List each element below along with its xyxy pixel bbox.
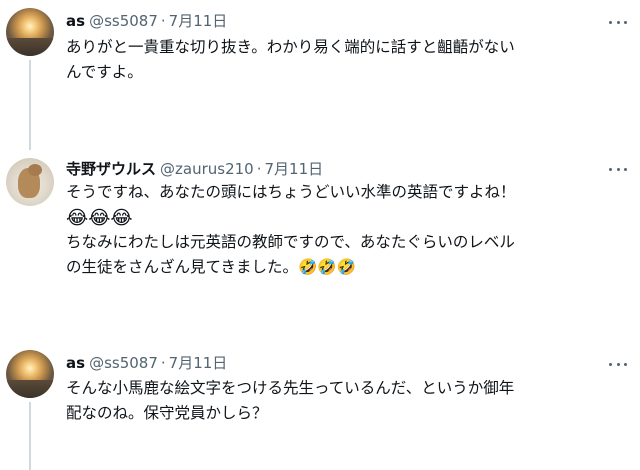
tweet-text-line: の生徒をさんざん見てきました。🤣🤣🤣 [66, 258, 356, 276]
tweet-3[interactable]: as @ss5087 · 7月11日 そんな小馬鹿な絵文字をつける先生っているん… [0, 346, 640, 470]
tweet-header: 寺野ザウルス @zaurus210 · 7月11日 [66, 158, 323, 179]
avatar[interactable] [6, 8, 54, 56]
separator-dot: · [160, 354, 166, 372]
separator-dot: · [256, 160, 262, 178]
more-options-icon[interactable] [606, 357, 630, 371]
tweet-date[interactable]: 7月11日 [169, 352, 228, 373]
tweet-text-line: ありがと一貴重な切り抜き。わかり易く端的に話すと齟齬がない [66, 38, 515, 56]
tweet-text-line: そうですね、あなたの頭にはちょうどいい水準の英語ですよね！ [66, 183, 516, 201]
display-name[interactable]: 寺野ザウルス [66, 158, 156, 179]
avatar[interactable] [6, 350, 54, 398]
tweet-date[interactable]: 7月11日 [265, 158, 324, 179]
tweet-2[interactable]: 寺野ザウルス @zaurus210 · 7月11日 そうですね、あなたの頭にはち… [0, 150, 640, 346]
user-handle[interactable]: @ss5087 [89, 354, 158, 372]
thread-line [29, 60, 31, 150]
tweet-text: そんな小馬鹿な絵文字をつける先生っているんだ、というか御年 配なのね。保守党員か… [66, 376, 626, 426]
tweet-header: as @ss5087 · 7月11日 [66, 352, 227, 373]
tweet-text-line: 配なのね。保守党員かしら？ [66, 404, 268, 422]
user-handle[interactable]: @ss5087 [89, 12, 158, 30]
tweet-text-line: ちなみにわたしは元英語の教師ですので、あなたぐらいのレベル [66, 233, 515, 251]
display-name[interactable]: as [66, 354, 85, 372]
tweet-header: as @ss5087 · 7月11日 [66, 10, 227, 31]
avatar[interactable] [6, 158, 54, 206]
tweet-text-line: んですよ。 [66, 63, 143, 81]
tweet-text-line: そんな小馬鹿な絵文字をつける先生っているんだ、というか御年 [66, 379, 515, 397]
tweet-text: ありがと一貴重な切り抜き。わかり易く端的に話すと齟齬がない んですよ。 [66, 35, 626, 85]
display-name[interactable]: as [66, 12, 85, 30]
tweet-1[interactable]: as @ss5087 · 7月11日 ありがと一貴重な切り抜き。わかり易く端的に… [0, 0, 640, 150]
more-options-icon[interactable] [606, 162, 630, 176]
tweet-text: そうですね、あなたの頭にはちょうどいい水準の英語ですよね！ 😂😂😂 ちなみにわた… [66, 180, 626, 280]
more-options-icon[interactable] [606, 15, 630, 29]
tweet-emoji-line: 😂😂😂 [66, 207, 133, 229]
thread-line [29, 402, 31, 470]
user-handle[interactable]: @zaurus210 [160, 160, 254, 178]
separator-dot: · [160, 12, 166, 30]
tweet-date[interactable]: 7月11日 [169, 10, 228, 31]
